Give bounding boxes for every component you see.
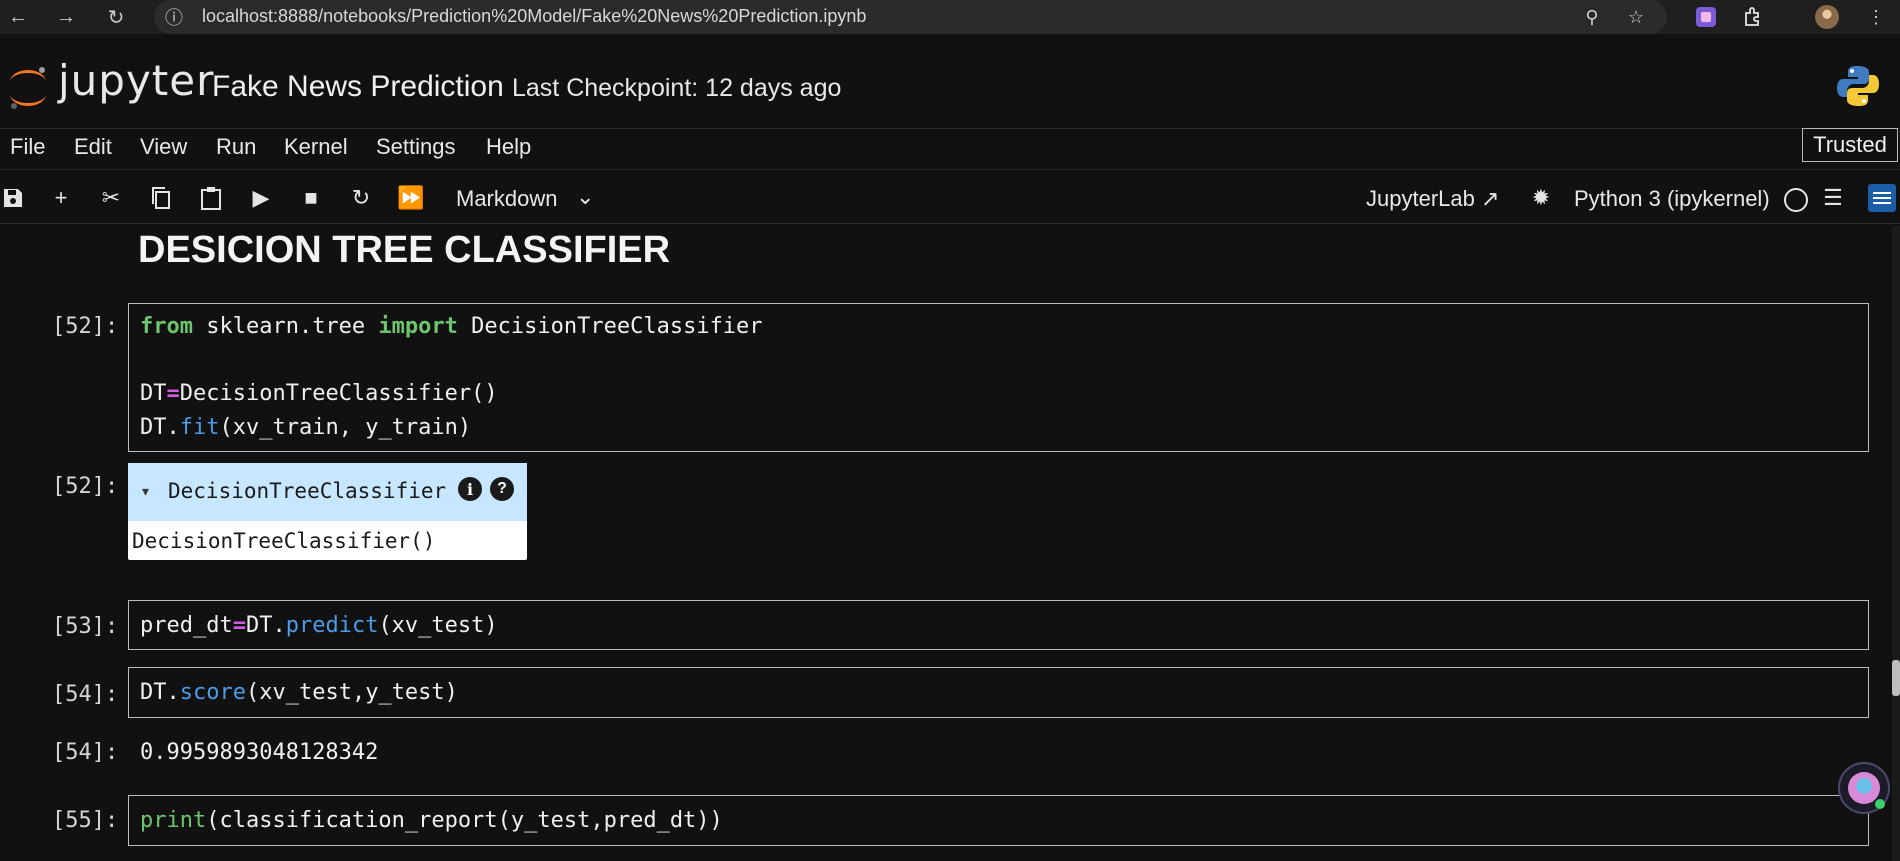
code-cell[interactable]: DT.score(xv_test,y_test) [128, 667, 1869, 718]
code-cell[interactable]: pred_dt=DT.predict(xv_test) [128, 600, 1869, 650]
kernel-status-icon [1784, 188, 1808, 212]
code-cell[interactable]: print(classification_report(y_test,pred_… [128, 795, 1869, 846]
python-logo-icon [1836, 64, 1880, 108]
menu-help[interactable]: Help [486, 134, 531, 160]
extensions-puzzle-icon[interactable] [1741, 5, 1765, 29]
save-icon[interactable] [0, 183, 28, 213]
run-cell-icon[interactable]: ▶ [246, 183, 276, 213]
expand-triangle-icon[interactable]: ▾ [142, 483, 149, 500]
extension-app-icon[interactable] [1694, 5, 1718, 29]
stop-icon[interactable]: ■ [296, 183, 326, 213]
estimator-widget[interactable]: ▾ DecisionTreeClassifier i ? DecisionTre… [128, 463, 527, 560]
code-cell[interactable]: from sklearn.tree import DecisionTreeCla… [128, 303, 1869, 452]
input-prompt: [55]: [52, 808, 119, 833]
menu-view[interactable]: View [140, 134, 187, 160]
trusted-indicator[interactable]: Trusted [1802, 128, 1898, 162]
help-icon[interactable]: ? [490, 477, 514, 501]
score-output: 0.9959893048128342 [140, 740, 379, 765]
last-checkpoint: Last Checkpoint: 12 days ago [512, 74, 842, 102]
estimator-name: DecisionTreeClassifier [168, 479, 447, 503]
open-jupyterlab-link[interactable]: JupyterLab ↗ [1366, 186, 1499, 212]
hamburger-menu-icon[interactable]: ☰ [1818, 183, 1848, 213]
property-inspector-icon[interactable] [1868, 184, 1896, 212]
notebook-title[interactable]: Fake News Prediction [212, 70, 504, 104]
restart-kernel-icon[interactable]: ↻ [346, 183, 376, 213]
input-prompt: [52]: [52, 314, 119, 339]
cut-icon[interactable]: ✂ [96, 183, 126, 213]
url-text[interactable]: localhost:8888/notebooks/Prediction%20Mo… [202, 6, 866, 27]
code-line: pred_dt=DT.predict(xv_test) [140, 613, 498, 638]
estimator-header[interactable]: ▾ DecisionTreeClassifier i ? [128, 463, 527, 521]
back-icon[interactable]: ← [6, 5, 30, 29]
external-link-icon: ↗ [1480, 186, 1500, 211]
menu-file[interactable]: File [10, 134, 45, 160]
debugger-bug-icon[interactable]: ✹ [1526, 183, 1556, 213]
code-line: DT.fit(xv_train, y_train) [140, 415, 472, 440]
profile-avatar[interactable] [1815, 5, 1839, 29]
code-line: DT.score(xv_test,y_test) [140, 680, 458, 705]
browser-menu-icon[interactable]: ⋮ [1864, 5, 1888, 29]
menu-kernel[interactable]: Kernel [284, 134, 348, 160]
copy-icon[interactable] [146, 183, 176, 213]
kernel-name[interactable]: Python 3 (ipykernel) [1574, 186, 1770, 212]
code-line: DT=DecisionTreeClassifier() [140, 381, 498, 406]
jupyter-logo-icon [8, 64, 48, 110]
paste-icon[interactable] [196, 183, 226, 213]
estimator-repr: DecisionTreeClassifier() [132, 529, 436, 553]
menu-settings[interactable]: Settings [376, 134, 456, 160]
chevron-down-icon[interactable]: ⌄ [576, 184, 594, 210]
menu-edit[interactable]: Edit [74, 134, 112, 160]
output-prompt: [52]: [52, 474, 119, 499]
code-line: print(classification_report(y_test,pred_… [140, 808, 723, 833]
code-line: from sklearn.tree import DecisionTreeCla… [140, 314, 763, 339]
cell-type-select[interactable]: Markdown [456, 186, 557, 212]
run-all-icon[interactable]: ⏩ [396, 183, 426, 213]
forward-icon[interactable]: → [54, 5, 78, 29]
markdown-heading: DESICION TREE CLASSIFIER [138, 229, 671, 271]
notebook-scrollbar[interactable] [1892, 226, 1900, 861]
reload-icon[interactable]: ↻ [104, 5, 128, 29]
menu-run[interactable]: Run [216, 134, 256, 160]
site-info-icon[interactable]: ⓘ [162, 5, 186, 29]
jupyterlab-label: JupyterLab [1366, 186, 1475, 211]
add-cell-icon[interactable]: + [46, 183, 76, 213]
assistant-avatar-icon[interactable] [1838, 762, 1890, 814]
input-prompt: [54]: [52, 682, 119, 707]
zoom-icon[interactable]: ⚲ [1580, 5, 1604, 29]
bookmark-star-icon[interactable]: ☆ [1624, 5, 1648, 29]
output-prompt: [54]: [52, 740, 119, 765]
jupyter-wordmark[interactable]: jupyter [58, 56, 214, 105]
scrollbar-thumb[interactable] [1892, 660, 1900, 696]
input-prompt: [53]: [52, 614, 119, 639]
info-icon[interactable]: i [458, 477, 482, 501]
